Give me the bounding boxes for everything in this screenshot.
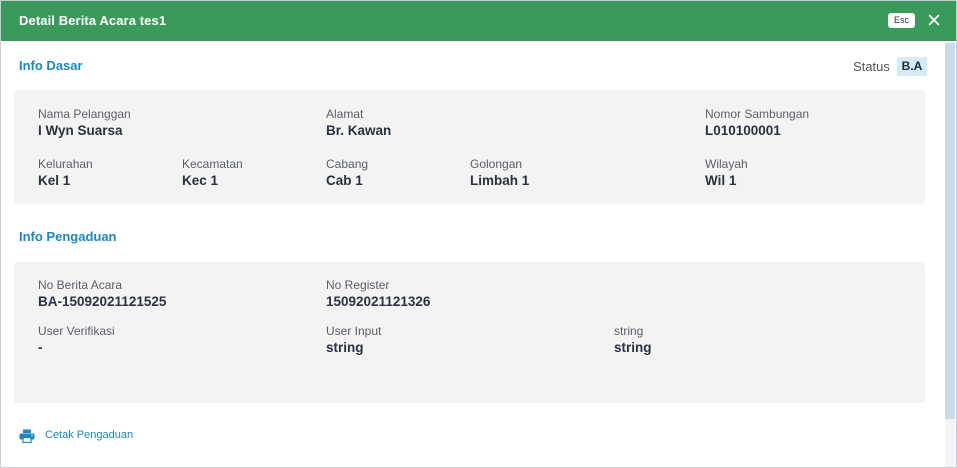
close-icon[interactable] [926, 12, 942, 28]
field-nama-pelanggan: Nama Pelanggan I Wyn Suarsa [38, 107, 131, 139]
field-string: string string [614, 324, 652, 356]
field-kecamatan: Kecamatan Kec 1 [182, 157, 243, 189]
field-label: No Register [326, 278, 390, 292]
info-dasar-title: Info Dasar [19, 58, 83, 73]
field-kelurahan: Kelurahan Kel 1 [38, 157, 93, 189]
scrollbar-track[interactable] [945, 419, 955, 467]
field-label: Golongan [470, 157, 523, 171]
field-value: BA-15092021121525 [38, 294, 167, 309]
field-value: string [326, 340, 364, 355]
status-badge: B.A [897, 57, 927, 76]
field-value: I Wyn Suarsa [38, 123, 123, 138]
field-label: User Verifikasi [38, 324, 115, 338]
esc-key-badge[interactable]: Esc [888, 13, 915, 28]
field-value: Limbah 1 [470, 173, 530, 188]
field-value: Cab 1 [326, 173, 363, 188]
info-pengaduan-panel: No Berita Acara BA-15092021121525 No Reg… [14, 262, 925, 403]
field-label: Kecamatan [182, 157, 243, 171]
field-alamat: Alamat Br. Kawan [326, 107, 391, 139]
field-label: Wilayah [705, 157, 748, 171]
field-no-berita-acara: No Berita Acara BA-15092021121525 [38, 278, 166, 310]
field-value: string [614, 340, 652, 355]
field-wilayah: Wilayah Wil 1 [705, 157, 748, 189]
field-label: Cabang [326, 157, 369, 171]
field-golongan: Golongan Limbah 1 [470, 157, 529, 189]
field-cabang: Cabang Cab 1 [326, 157, 368, 189]
field-no-register: No Register 15092021121326 [326, 278, 430, 310]
field-value: L010100001 [705, 123, 781, 138]
field-value: Kel 1 [38, 173, 71, 188]
printer-icon[interactable] [19, 429, 35, 443]
field-value: - [38, 340, 43, 355]
field-value: Br. Kawan [326, 123, 392, 138]
info-dasar-panel: Nama Pelanggan I Wyn Suarsa Alamat Br. K… [14, 90, 925, 204]
field-label: Nama Pelanggan [38, 107, 131, 121]
field-label: Nomor Sambungan [705, 107, 810, 121]
field-label: string [614, 324, 644, 338]
field-value: Wil 1 [705, 173, 737, 188]
field-user-input: User Input string [326, 324, 381, 356]
field-nomor-sambungan: Nomor Sambungan L010100001 [705, 107, 809, 139]
dialog-header: Detail Berita Acara tes1 Esc [1, 1, 956, 41]
print-pengaduan-label[interactable]: Cetak Pengaduan [45, 429, 133, 441]
dialog-title: Detail Berita Acara tes1 [19, 13, 167, 28]
info-pengaduan-title: Info Pengaduan [19, 229, 117, 244]
scrollbar-thumb[interactable] [945, 43, 955, 419]
field-value: 15092021121326 [326, 294, 431, 309]
close-button[interactable] [926, 12, 942, 28]
field-label: Kelurahan [38, 157, 93, 171]
field-value: Kec 1 [182, 173, 219, 188]
field-label: No Berita Acara [38, 278, 123, 292]
field-label: Alamat [326, 107, 364, 121]
status-label: Status [853, 59, 890, 74]
field-user-verifikasi: User Verifikasi - [38, 324, 115, 356]
detail-dialog: Detail Berita Acara tes1 Esc Info Dasar … [0, 0, 957, 468]
field-label: User Input [326, 324, 382, 338]
